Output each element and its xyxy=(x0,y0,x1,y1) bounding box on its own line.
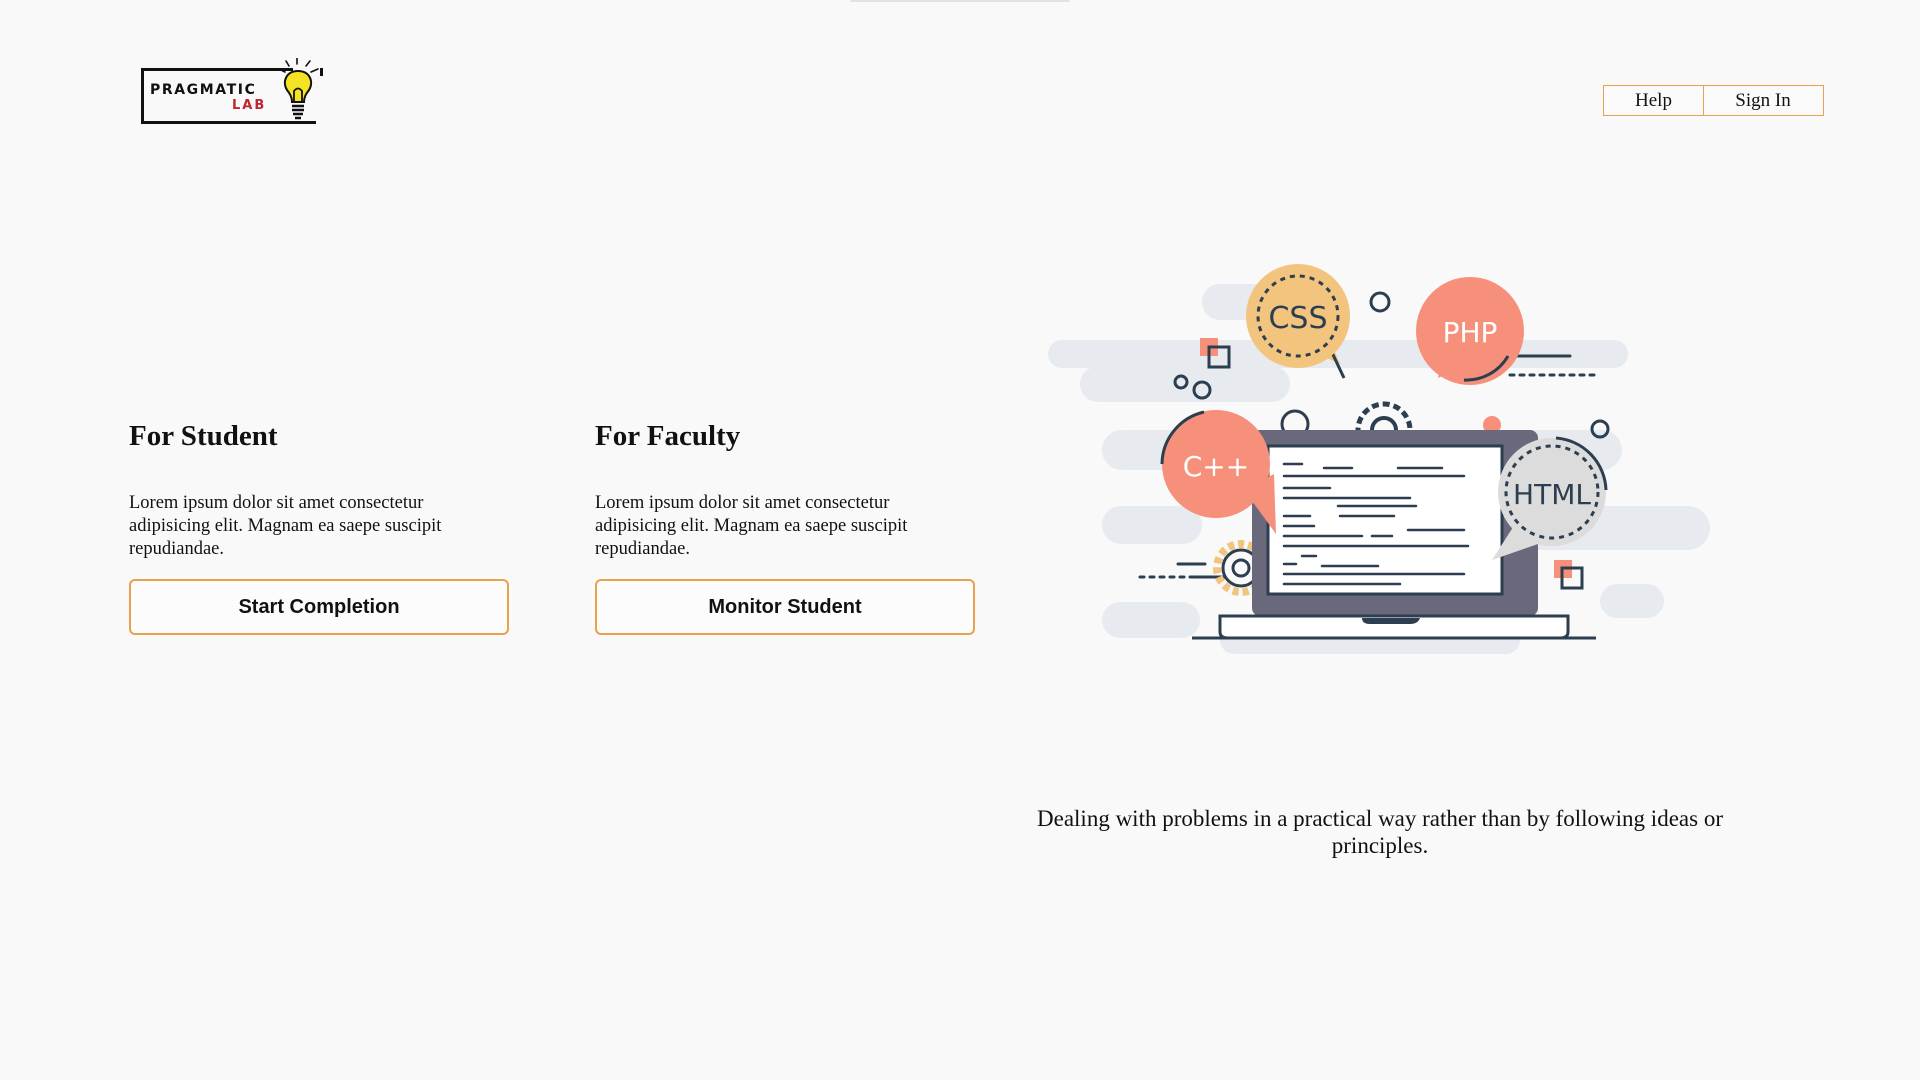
coding-laptop-illustration: CSS PHP C++ HTML xyxy=(1048,264,1710,654)
logo-text-line1: PRAGMATIC xyxy=(150,82,257,98)
cpp-bubble-label: C++ xyxy=(1183,450,1249,483)
faculty-description: Lorem ipsum dolor sit amet consectetur a… xyxy=(595,493,908,559)
css-bubble-label: CSS xyxy=(1268,301,1327,336)
tagline: Dealing with problems in a practical way… xyxy=(1037,806,1723,858)
logo[interactable]: PRAGMATIC LAB xyxy=(135,58,335,130)
start-completion-button[interactable]: Start Completion xyxy=(129,579,509,635)
student-section: For Student Lorem ipsum dolor sit amet c… xyxy=(129,420,509,635)
faculty-section: For Faculty Lorem ipsum dolor sit amet c… xyxy=(595,420,975,635)
header-nav: Help Sign In xyxy=(1603,85,1824,116)
logo-text-line2: LAB xyxy=(232,98,267,113)
faculty-title: For Faculty xyxy=(595,420,741,452)
php-bubble-label: PHP xyxy=(1443,316,1498,349)
html-bubble-label: HTML xyxy=(1513,478,1591,511)
student-description: Lorem ipsum dolor sit amet consectetur a… xyxy=(129,493,442,559)
monitor-student-button[interactable]: Monitor Student xyxy=(595,579,975,635)
help-button[interactable]: Help xyxy=(1603,85,1704,116)
sign-in-button[interactable]: Sign In xyxy=(1702,85,1824,116)
lightbulb-icon xyxy=(278,58,319,120)
student-title: For Student xyxy=(129,420,278,452)
top-decoration xyxy=(850,0,1070,2)
